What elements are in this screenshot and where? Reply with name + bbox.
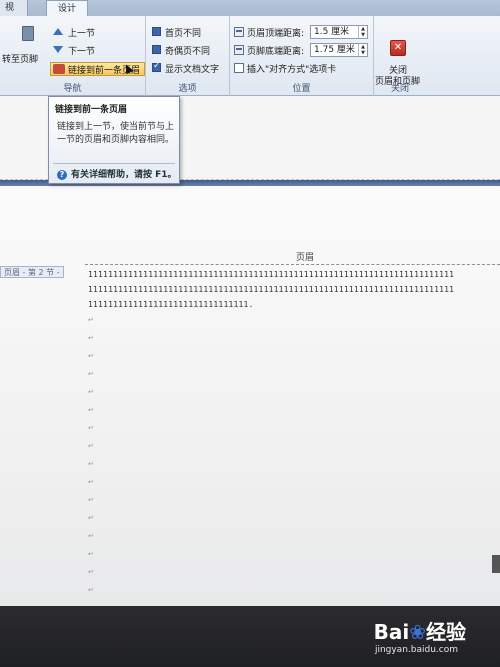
link-icon [53,64,65,74]
header-from-top-value: 1.5 厘米 [314,27,350,37]
scrollbar-edge[interactable] [492,555,500,573]
next-section-button[interactable]: 下一节 [68,44,95,57]
footer-page-icon [22,26,34,41]
group-options: 首页不同 奇偶页不同 显示文档文字 选项 [146,16,230,96]
footer-margin-icon [234,45,244,55]
paragraph-mark-icon: ↵ [88,334,94,342]
prev-section-button[interactable]: 上一节 [68,26,95,39]
spin-arrows-icon[interactable]: ▲ ▼ [358,44,367,56]
tooltip-help-text: 有关详细帮助，请按 F1。 [71,170,177,180]
arrow-down-icon [52,44,64,55]
watermark-site: jingyan.baidu.com [374,645,458,655]
insert-align-tab-button[interactable]: 插入"对齐方式"选项卡 [247,62,336,75]
tab-view[interactable]: 视图 [0,0,28,29]
paragraph-mark-icon: ↵ [88,352,94,360]
group-position: 页眉顶端距离: 1.5 厘米 ▲ ▼ 页脚底端距离: 1.75 厘米 ▲ ▼ 插入"… [230,16,374,96]
close-header-footer-icon[interactable]: ✕ [390,40,406,56]
document-page[interactable] [0,186,500,606]
arrow-up-icon [52,26,64,37]
baidu-watermark-logo: Bai❀经验 [374,616,466,645]
tab-design[interactable]: 设计 [46,0,88,16]
paragraph-mark-icon: ↵ [88,586,94,594]
paragraph-mark-icon: ↵ [88,460,94,468]
header-from-top-label: 页眉顶端距离: [247,29,305,39]
different-first-label: 首页不同 [165,29,202,39]
footer-from-bottom-label: 页脚底端距离: [247,47,305,57]
group-label-position: 位置 [292,84,311,94]
header-margin-icon [234,27,244,37]
text-line[interactable]: 1111111111111111111111111111111111111111… [88,285,454,294]
paragraph-mark-icon: ↵ [88,424,94,432]
paragraph-mark-icon: ↵ [88,514,94,522]
paragraph-mark-icon: ↵ [88,532,94,540]
tooltip-divider [53,163,175,164]
paragraph-mark-icon: ↵ [88,442,94,450]
show-doc-text-label: 显示文档文字 [165,65,220,75]
header-boundary [85,264,500,265]
text-line[interactable]: 11111111111111111111111111111111. [88,300,254,309]
different-odd-even-label: 奇偶页不同 [165,47,211,57]
paragraph-mark-icon: ↵ [88,388,94,396]
header-label: 页眉 [296,253,315,263]
tooltip-body: 链接到上一节，使当前节与上一节的页眉和页脚内容相同。 [57,122,175,145]
paragraph-mark-icon: ↵ [88,316,94,324]
group-label-navigation: 导航 [63,84,82,94]
tooltip-title: 链接到前一条页眉 [55,105,128,115]
text-line[interactable]: 1111111111111111111111111111111111111111… [88,270,454,279]
tooltip-help: ? 有关详细帮助，请按 F1。 [57,167,177,180]
watermark-brand: Bai [373,620,410,644]
footer-from-bottom-value: 1.75 厘米 [314,45,355,55]
paragraph-mark-icon: ↵ [88,568,94,576]
paragraph-mark-icon: ↵ [88,478,94,486]
watermark-brand-end: 经验 [426,620,466,644]
different-odd-even-checkbox[interactable] [152,45,161,54]
different-first-checkbox[interactable] [152,27,161,36]
ribbon-tab-strip: 视图 设计 [0,0,500,29]
show-doc-text-checkbox[interactable] [152,61,161,72]
section-tag: 页眉 - 第 2 节 - [0,266,64,278]
paragraph-mark-icon: ↵ [88,370,94,378]
ribbon: 转至页脚 上一节 下一节 链接到前一条页眉 导航 首页不同 奇偶页不同 显示文档… [0,16,500,96]
paragraph-mark-icon: ↵ [88,406,94,414]
link-to-previous-tooltip: 链接到前一条页眉 链接到上一节，使当前节与上一节的页眉和页脚内容相同。 ? 有关详… [48,96,180,184]
paragraph-mark-icon: ↵ [88,550,94,558]
paragraph-mark-icon: ↵ [88,496,94,504]
help-icon: ? [57,169,67,180]
footer-from-bottom-input[interactable]: 1.75 厘米 ▲ ▼ [310,43,368,57]
spin-arrows-icon[interactable]: ▲ ▼ [358,26,367,38]
group-label-options: 选项 [178,84,197,94]
goto-footer-button[interactable]: 转至页脚 [2,52,38,65]
header-from-top-input[interactable]: 1.5 厘米 ▲ ▼ [310,25,368,39]
group-navigation: 转至页脚 上一节 下一节 链接到前一条页眉 导航 [0,16,146,96]
close-header-footer-button[interactable]: 页眉和页脚 [375,74,420,87]
paw-icon: ❀ [409,620,426,644]
align-tab-icon [234,63,244,73]
